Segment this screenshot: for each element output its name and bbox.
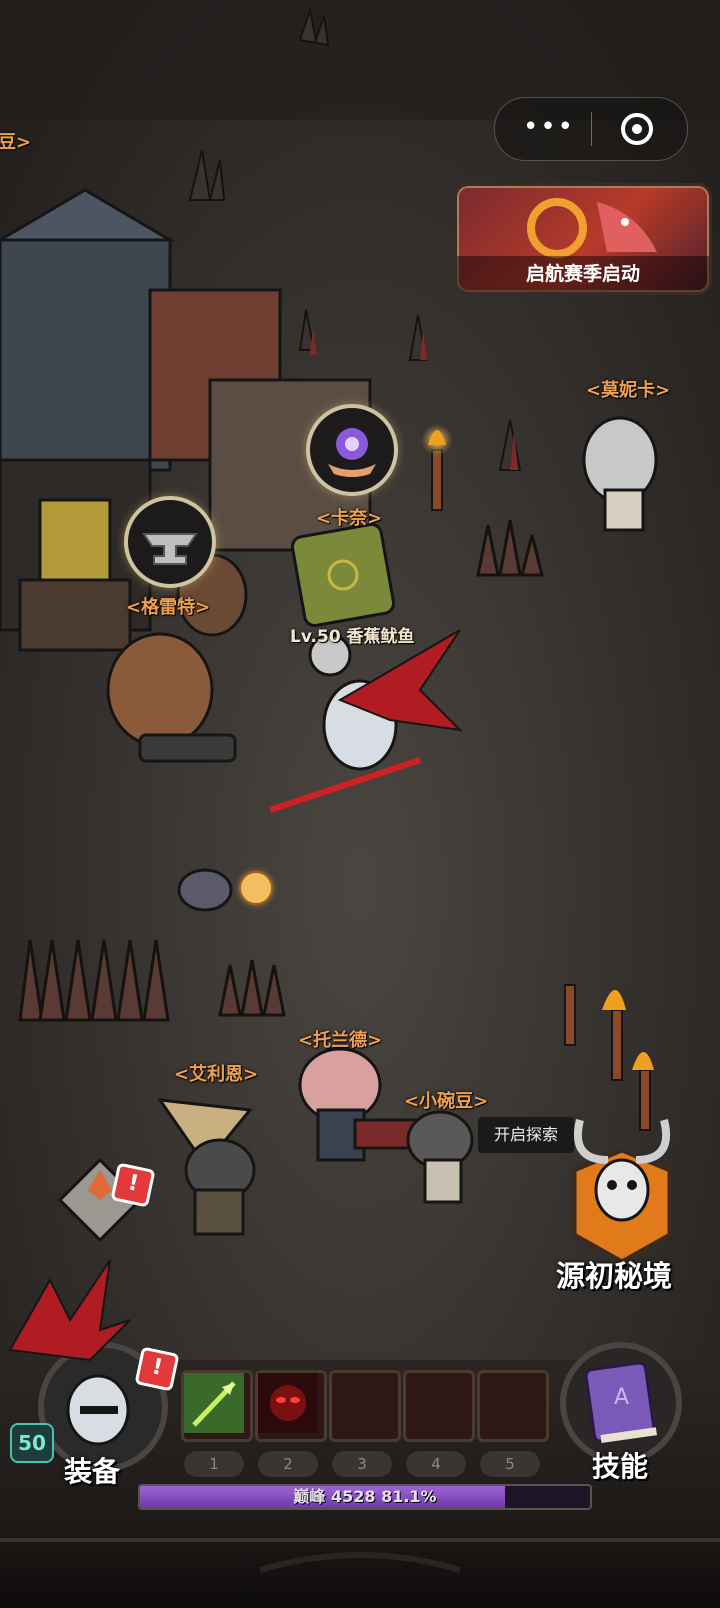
npc-name-gret[interactable]: <格雷特> <box>126 593 210 619</box>
xp-bar-text: 巅峰 4528 81.1% <box>140 1486 590 1508</box>
green-arrow-icon <box>184 1373 244 1433</box>
npc-name-monica[interactable]: <莫妮卡> <box>586 376 670 402</box>
player-level-tag: 50 <box>10 1423 54 1463</box>
season-dragon-art-icon <box>527 198 657 258</box>
capsule-divider <box>591 112 592 146</box>
more-dots-icon[interactable]: ••• <box>523 114 573 140</box>
spellbook-icon: A <box>584 1361 657 1443</box>
season-banner-label: 启航赛季启动 <box>457 256 709 292</box>
mini-program-capsule: ••• <box>494 97 688 161</box>
npc-name-alien[interactable]: <艾利恩> <box>174 1060 258 1086</box>
slot-number-3: 3 <box>332 1451 392 1477</box>
skills-label[interactable]: 技能 <box>592 1445 648 1485</box>
npc-name-partial: 豆> <box>0 132 32 153</box>
skill-slot-4[interactable] <box>403 1370 475 1442</box>
slot-number-1: 1 <box>184 1451 244 1477</box>
slot-number-4: 4 <box>406 1451 466 1477</box>
anvil-icon[interactable] <box>124 496 216 588</box>
npc-name-toland[interactable]: <托兰德> <box>298 1026 382 1052</box>
bottom-ornament <box>0 1538 720 1573</box>
dice-object <box>290 522 396 628</box>
xp-peak-label: 巅峰 4528 <box>293 1487 376 1506</box>
equip-label[interactable]: 装备 <box>64 1450 120 1490</box>
crystal-alert-badge: ! <box>110 1162 156 1208</box>
skill-slot-5[interactable] <box>477 1370 549 1442</box>
red-dragon-icon <box>8 1259 131 1362</box>
slot-number-2: 2 <box>258 1451 318 1477</box>
svg-text:A: A <box>614 1385 629 1410</box>
peak-xp-bar: 巅峰 4528 81.1% <box>138 1484 592 1510</box>
explore-tooltip[interactable]: 开启探索 <box>478 1117 574 1153</box>
skill-slot-3[interactable] <box>329 1370 401 1442</box>
skill-slot-1[interactable] <box>181 1370 253 1442</box>
npc-name-kana[interactable]: <卡奈> <box>316 504 382 530</box>
xp-percent: 81.1% <box>381 1487 437 1506</box>
secret-realm-label[interactable]: 源初秘境 <box>556 1253 672 1295</box>
season-launch-banner[interactable]: 启航赛季启动 <box>454 183 712 295</box>
magic-orb-hand-icon[interactable] <box>306 404 398 496</box>
slot-number-5: 5 <box>480 1451 540 1477</box>
equip-alert-badge: ! <box>134 1346 180 1392</box>
npc-name-pea[interactable]: <小碗豆> <box>404 1087 488 1113</box>
red-eye-demon-icon <box>258 1373 318 1433</box>
target-circle-icon[interactable] <box>619 111 655 147</box>
skill-slot-2[interactable] <box>255 1370 327 1442</box>
player-name-level: Lv.50 香蕉鱿鱼 <box>290 627 415 647</box>
